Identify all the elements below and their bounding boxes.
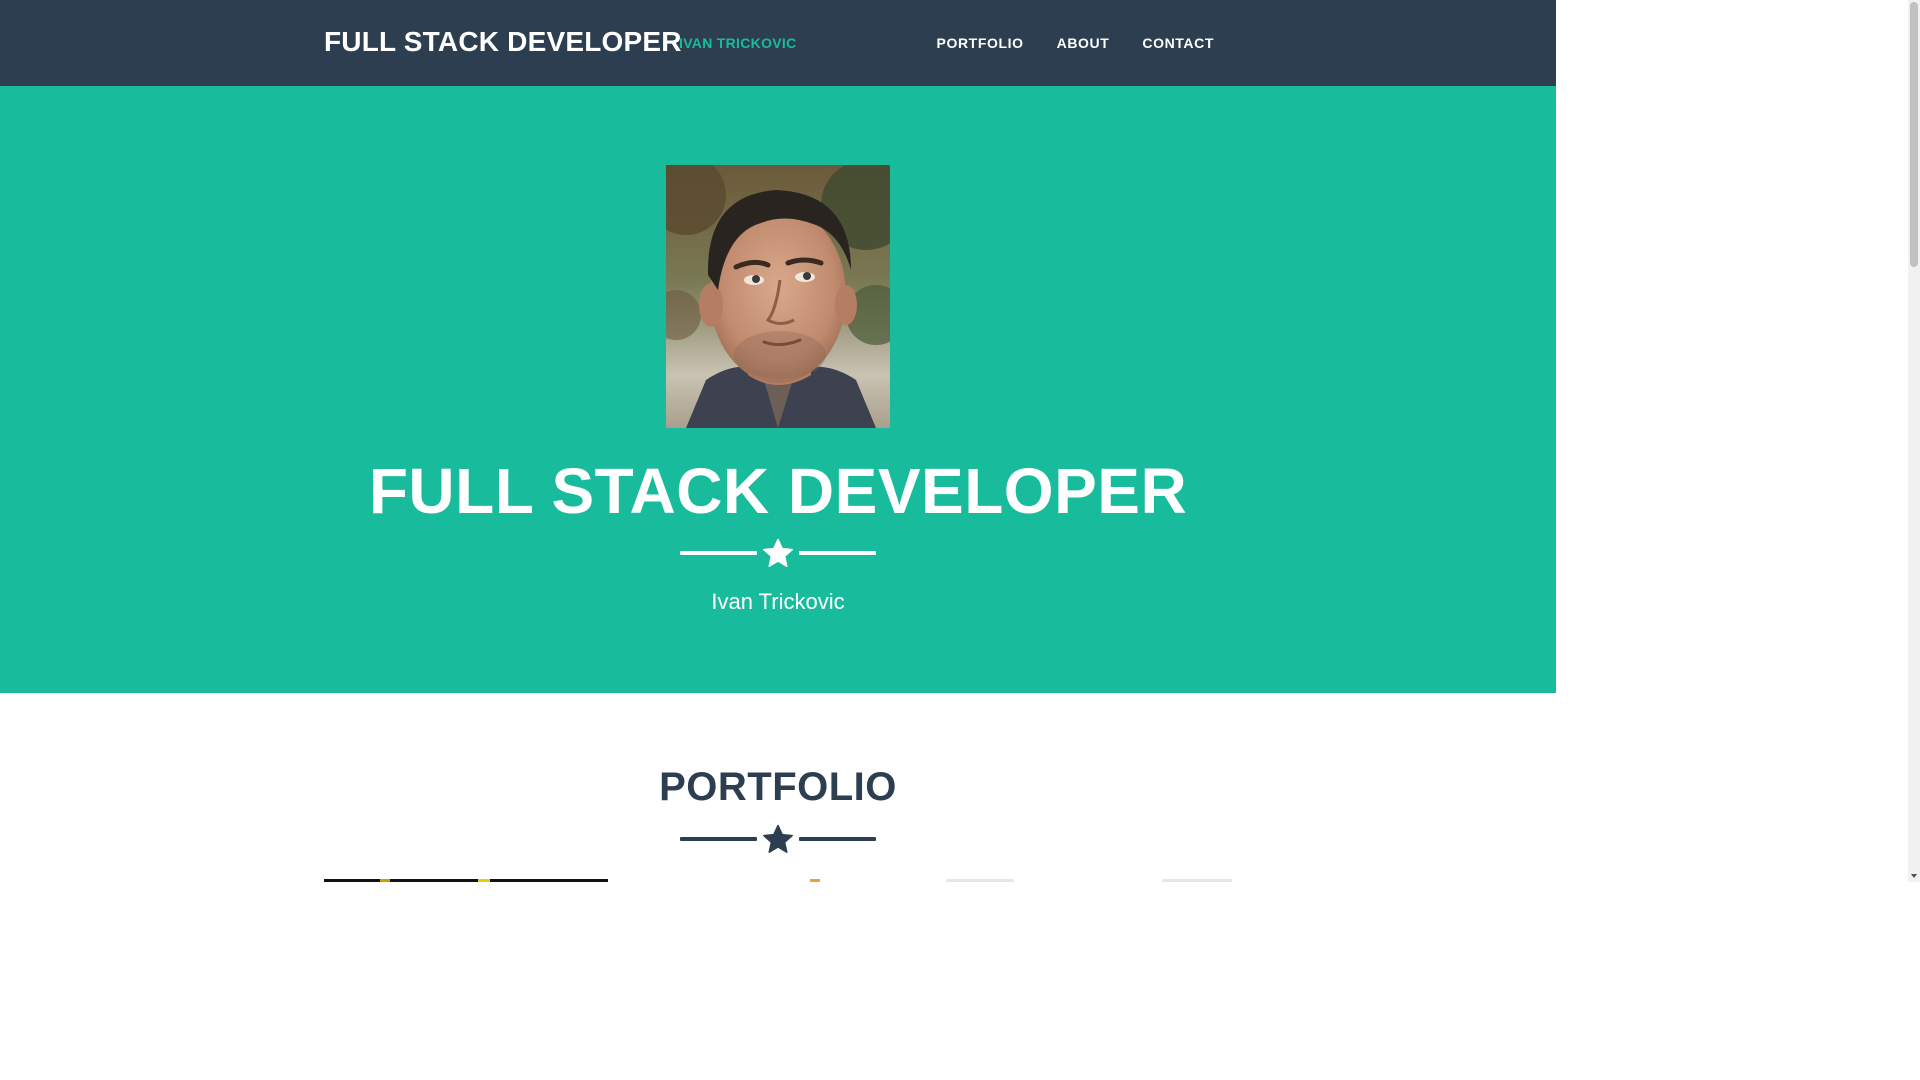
brand-subtitle: IVAN TRICKOVIC xyxy=(679,35,797,51)
navbar: FULL STACK DEVELOPER IVAN TRICKOVIC PORT… xyxy=(0,0,1556,86)
divider-line-right xyxy=(799,551,876,555)
brand-title[interactable]: FULL STACK DEVELOPER xyxy=(324,26,682,58)
scrollbar-thumb[interactable] xyxy=(1910,2,1918,267)
portfolio-divider xyxy=(680,823,876,855)
nav-link-portfolio[interactable]: PORTFOLIO xyxy=(937,35,1024,51)
star-icon xyxy=(763,538,793,567)
portfolio-title: PORTFOLIO xyxy=(659,765,897,809)
nav-links: PORTFOLIO ABOUT CONTACT xyxy=(937,35,1214,51)
hero-subtitle: Ivan Trickovic xyxy=(711,589,845,614)
hero-section: FULL STACK DEVELOPER Ivan Trickovic xyxy=(0,86,1556,693)
hero-divider xyxy=(680,537,876,569)
page: FULL STACK DEVELOPER IVAN TRICKOVIC PORT… xyxy=(0,0,1556,882)
divider-line-left xyxy=(680,837,757,841)
nav-link-about[interactable]: ABOUT xyxy=(1057,35,1110,51)
scroll-down-arrow-icon[interactable] xyxy=(1910,872,1918,880)
hero-title: FULL STACK DEVELOPER xyxy=(368,455,1188,527)
divider-line-right xyxy=(799,837,876,841)
portfolio-item[interactable] xyxy=(946,879,1014,882)
page-scrollbar[interactable] xyxy=(1908,0,1920,882)
portfolio-item[interactable] xyxy=(324,879,608,882)
divider-line-left xyxy=(680,551,757,555)
profile-photo xyxy=(666,165,890,428)
star-icon xyxy=(763,824,793,853)
portfolio-item[interactable] xyxy=(810,879,820,882)
portfolio-section: PORTFOLIO xyxy=(0,693,1556,882)
portfolio-item[interactable] xyxy=(1162,879,1232,882)
nav-link-contact[interactable]: CONTACT xyxy=(1142,35,1214,51)
